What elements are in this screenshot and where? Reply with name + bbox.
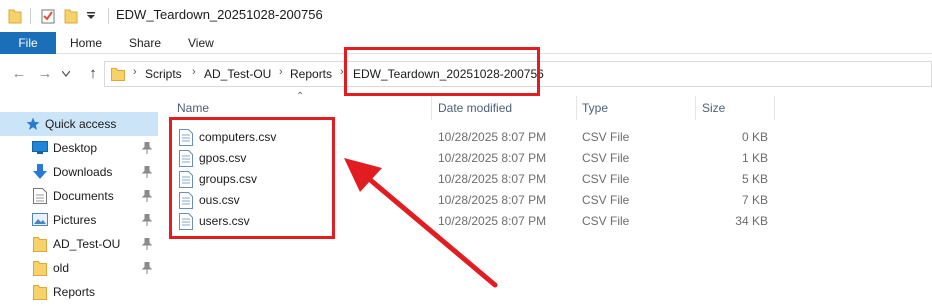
annotation-arrow [344,158,498,288]
highlight-box-files [169,117,335,239]
file-size: 5 KB [741,172,768,186]
folder-icon [33,237,47,252]
file-type: CSV File [582,193,630,207]
file-explorer-window: EDW_Teardown_20251028-200756 File Home S… [0,0,932,306]
chevron-right-icon[interactable]: › [192,66,196,78]
chevron-right-icon[interactable]: › [279,66,283,78]
recent-locations-icon[interactable] [62,71,70,77]
desktop-icon [32,141,48,154]
breadcrumb-ad-test-ou[interactable]: AD_Test-OU [204,67,271,81]
sidebar-item-label: AD_Test-OU [53,237,121,251]
sidebar-item-documents[interactable]: Documents [0,184,158,208]
title-bar: EDW_Teardown_20251028-200756 [0,0,932,32]
documents-icon [33,188,47,204]
sidebar-item-label: old [53,261,70,275]
file-size: 34 KB [735,214,768,228]
sidebar-item-ad-test-ou[interactable]: AD_Test-OU [0,232,158,256]
sidebar-item-pictures[interactable]: Pictures [0,208,158,232]
file-size: 7 KB [741,193,768,207]
file-type: CSV File [582,214,630,228]
tab-file[interactable]: File [0,32,56,54]
sidebar-item-label: Desktop [53,141,98,155]
pin-icon[interactable] [142,190,152,202]
window-title: EDW_Teardown_20251028-200756 [116,7,323,22]
file-date-modified: 10/28/2025 8:07 PM [438,130,547,144]
sidebar-item-desktop[interactable]: Desktop [0,136,158,160]
properties-icon[interactable] [40,8,56,24]
sort-ascending-icon: ⌃ [296,91,305,102]
navigation-pane: Quick access Desktop Downloads Documents… [0,94,160,306]
back-arrow-icon[interactable]: ← [10,66,28,82]
pin-icon[interactable] [142,166,152,178]
tab-share[interactable]: Share [129,32,161,54]
pin-icon[interactable] [142,142,152,154]
file-size: 1 KB [741,151,768,165]
sidebar-item-reports[interactable]: Reports [0,280,158,304]
pin-icon[interactable] [142,262,152,274]
highlight-box-current-folder [344,47,540,96]
sidebar-item-old[interactable]: old [0,256,158,280]
tab-view[interactable]: View [188,32,214,54]
file-type: CSV File [582,172,630,186]
pictures-icon [32,213,48,226]
file-type: CSV File [582,130,630,144]
folder-icon [33,261,47,276]
breadcrumb-reports[interactable]: Reports [290,67,332,81]
tab-home[interactable]: Home [70,32,102,54]
sidebar-item-label: Pictures [53,213,97,227]
pin-icon[interactable] [142,238,152,250]
sidebar-item-label: Reports [53,285,96,299]
folder-icon [33,285,47,300]
sidebar-item-downloads[interactable]: Downloads [0,160,158,184]
sidebar-item-label: Documents [53,189,114,203]
sidebar-item-label: Downloads [53,165,113,179]
forward-arrow-icon[interactable]: → [36,66,54,82]
sidebar-item-label: Quick access [45,117,117,131]
customize-toolbar-icon[interactable] [86,12,96,20]
folder-icon [111,68,125,81]
file-size: 0 KB [741,130,768,144]
up-arrow-icon[interactable]: ↑ [84,66,102,82]
column-header-type[interactable]: Type [582,101,608,115]
pin-icon[interactable] [142,214,152,226]
star-icon [26,117,40,130]
download-icon [33,164,47,179]
breadcrumb-scripts[interactable]: Scripts [145,67,182,81]
folder-icon[interactable] [8,8,22,24]
column-header-name[interactable]: Name [177,101,209,115]
column-header-date-modified[interactable]: Date modified [438,101,512,115]
chevron-right-icon[interactable]: › [133,66,137,78]
file-type: CSV File [582,151,630,165]
sidebar-item-quick-access[interactable]: Quick access [0,112,158,136]
new-folder-icon[interactable] [64,8,78,24]
column-header-size[interactable]: Size [702,101,725,115]
